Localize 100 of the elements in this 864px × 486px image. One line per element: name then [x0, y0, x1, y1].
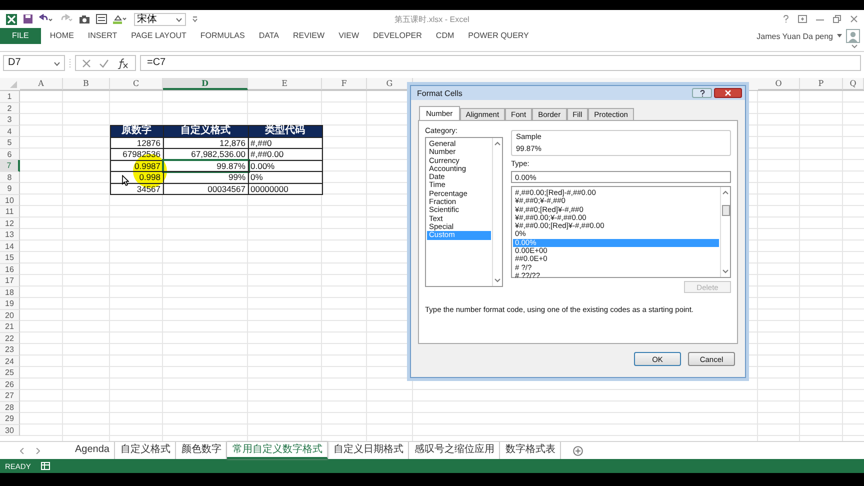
scroll-up-icon[interactable]: [722, 190, 729, 195]
column-header[interactable]: G: [367, 78, 413, 90]
row-header[interactable]: 21: [0, 321, 20, 332]
font-dropdown[interactable]: 宋体: [134, 12, 186, 26]
table-cell[interactable]: 0.00%: [248, 160, 322, 172]
sheet-tab[interactable]: 常用自定义数字格式: [227, 442, 328, 459]
close-button[interactable]: [714, 88, 742, 98]
ribbon-tab[interactable]: VIEW: [332, 28, 366, 44]
table-cell[interactable]: 99.87%: [162, 160, 248, 172]
row-header[interactable]: 8: [0, 172, 20, 183]
column-heading: 原数字: [110, 125, 164, 138]
row-header[interactable]: 11: [0, 206, 20, 218]
row-header[interactable]: 12: [0, 218, 20, 229]
row-header[interactable]: 17: [0, 275, 20, 286]
row-header[interactable]: 26: [0, 378, 20, 390]
row-header[interactable]: 3: [0, 114, 20, 126]
cancel-icon[interactable]: [82, 58, 91, 68]
table-cell[interactable]: 0.9987: [110, 160, 164, 172]
row-header[interactable]: 22: [0, 332, 20, 344]
row-header[interactable]: 24: [0, 356, 20, 367]
close-icon[interactable]: [850, 15, 858, 23]
column-header[interactable]: O: [758, 78, 800, 90]
table-cell[interactable]: 67982536: [110, 148, 164, 160]
next-sheet-icon[interactable]: [36, 448, 40, 454]
caret-icon[interactable]: [176, 18, 182, 22]
column-header[interactable]: A: [20, 78, 63, 90]
column-header[interactable]: F: [322, 78, 367, 90]
caret-icon[interactable]: [54, 62, 60, 66]
ribbon-tab[interactable]: CDM: [428, 28, 462, 44]
previous-sheet-icon[interactable]: [20, 448, 24, 454]
ribbon-display-icon[interactable]: [798, 15, 807, 23]
add-sheet-icon[interactable]: [573, 446, 584, 456]
macro-record-icon[interactable]: [40, 462, 50, 470]
row-header[interactable]: 18: [0, 286, 20, 298]
row-header[interactable]: 20: [0, 310, 20, 321]
restore-icon[interactable]: [833, 15, 841, 23]
ribbon-tab[interactable]: HOME: [42, 28, 81, 44]
column-header[interactable]: B: [63, 78, 110, 90]
undo-icon[interactable]: [39, 14, 53, 24]
row-header[interactable]: 16: [0, 264, 20, 275]
row-header[interactable]: 6: [0, 148, 20, 160]
caret-icon[interactable]: [837, 34, 842, 38]
row-header[interactable]: 28: [0, 402, 20, 413]
table-cell[interactable]: 12876: [110, 136, 164, 149]
row-header[interactable]: 27: [0, 390, 20, 402]
ribbon-tab[interactable]: DEVELOPER: [366, 28, 429, 44]
ribbon-tab[interactable]: PAGE LAYOUT: [124, 28, 194, 44]
scroll-down-icon[interactable]: [494, 278, 501, 283]
row-header[interactable]: 5: [0, 137, 20, 148]
mouse-pointer-icon: [122, 175, 129, 186]
scroll-up-icon[interactable]: [494, 141, 501, 146]
row-header[interactable]: 10: [0, 194, 20, 206]
help-icon[interactable]: [783, 15, 789, 23]
row-header[interactable]: 7: [0, 160, 20, 172]
table-cell[interactable]: 0%: [248, 171, 322, 184]
column-header[interactable]: E: [248, 78, 322, 90]
ribbon-tab[interactable]: DATA: [252, 28, 286, 44]
row-header[interactable]: 29: [0, 413, 20, 424]
row-header[interactable]: 13: [0, 229, 20, 240]
column-header[interactable]: P: [800, 78, 843, 90]
column-header[interactable]: C: [110, 78, 163, 90]
save-icon[interactable]: [23, 14, 33, 24]
table-cell[interactable]: #,##0: [248, 136, 322, 149]
ribbon-tab[interactable]: FORMULAS: [193, 28, 252, 44]
scroll-down-icon[interactable]: [722, 269, 729, 274]
table-cell[interactable]: #,##0.00: [248, 148, 322, 160]
row-header[interactable]: 15: [0, 252, 20, 264]
row-header[interactable]: 19: [0, 298, 20, 310]
ribbon-tab[interactable]: POWER QUERY: [461, 28, 536, 44]
fill-color-icon[interactable]: [113, 14, 128, 24]
column-heading: 类型代码: [248, 125, 322, 138]
table-cell[interactable]: 00000000: [248, 182, 322, 195]
row-header[interactable]: 9: [0, 183, 20, 194]
camera-icon[interactable]: [79, 14, 90, 24]
row-header[interactable]: 1: [0, 91, 20, 102]
column-header[interactable]: D: [163, 78, 248, 90]
row-header[interactable]: 25: [0, 367, 20, 378]
customize-toolbar-icon[interactable]: [192, 15, 198, 23]
ribbon-tab[interactable]: INSERT: [80, 28, 124, 44]
row-header[interactable]: 30: [0, 424, 20, 436]
column-header[interactable]: Q: [843, 78, 864, 90]
form-icon[interactable]: [96, 14, 107, 24]
expand-ribbon-icon[interactable]: [851, 44, 858, 49]
row-header[interactable]: 4: [0, 126, 20, 137]
check-icon[interactable]: [99, 58, 109, 68]
formula-field[interactable]: =C7: [140, 55, 861, 71]
insert-function-icon[interactable]: [117, 58, 129, 68]
row-header[interactable]: 2: [0, 102, 20, 114]
file-tab[interactable]: FILE: [0, 28, 41, 44]
name-box[interactable]: D7: [3, 55, 65, 71]
avatar-icon[interactable]: [846, 29, 860, 43]
window-title: 第五课时.xlsx - Excel: [394, 14, 470, 24]
scroll-thumb[interactable]: [722, 205, 730, 216]
dialog-title: Format Cells: [417, 88, 462, 98]
row-header[interactable]: 23: [0, 344, 20, 356]
ribbon-tab[interactable]: REVIEW: [286, 28, 332, 44]
table-cell[interactable]: 99%: [162, 171, 248, 184]
help-button[interactable]: [692, 88, 712, 98]
user-name[interactable]: James Yuan Da peng: [756, 32, 833, 40]
row-header[interactable]: 14: [0, 240, 20, 252]
